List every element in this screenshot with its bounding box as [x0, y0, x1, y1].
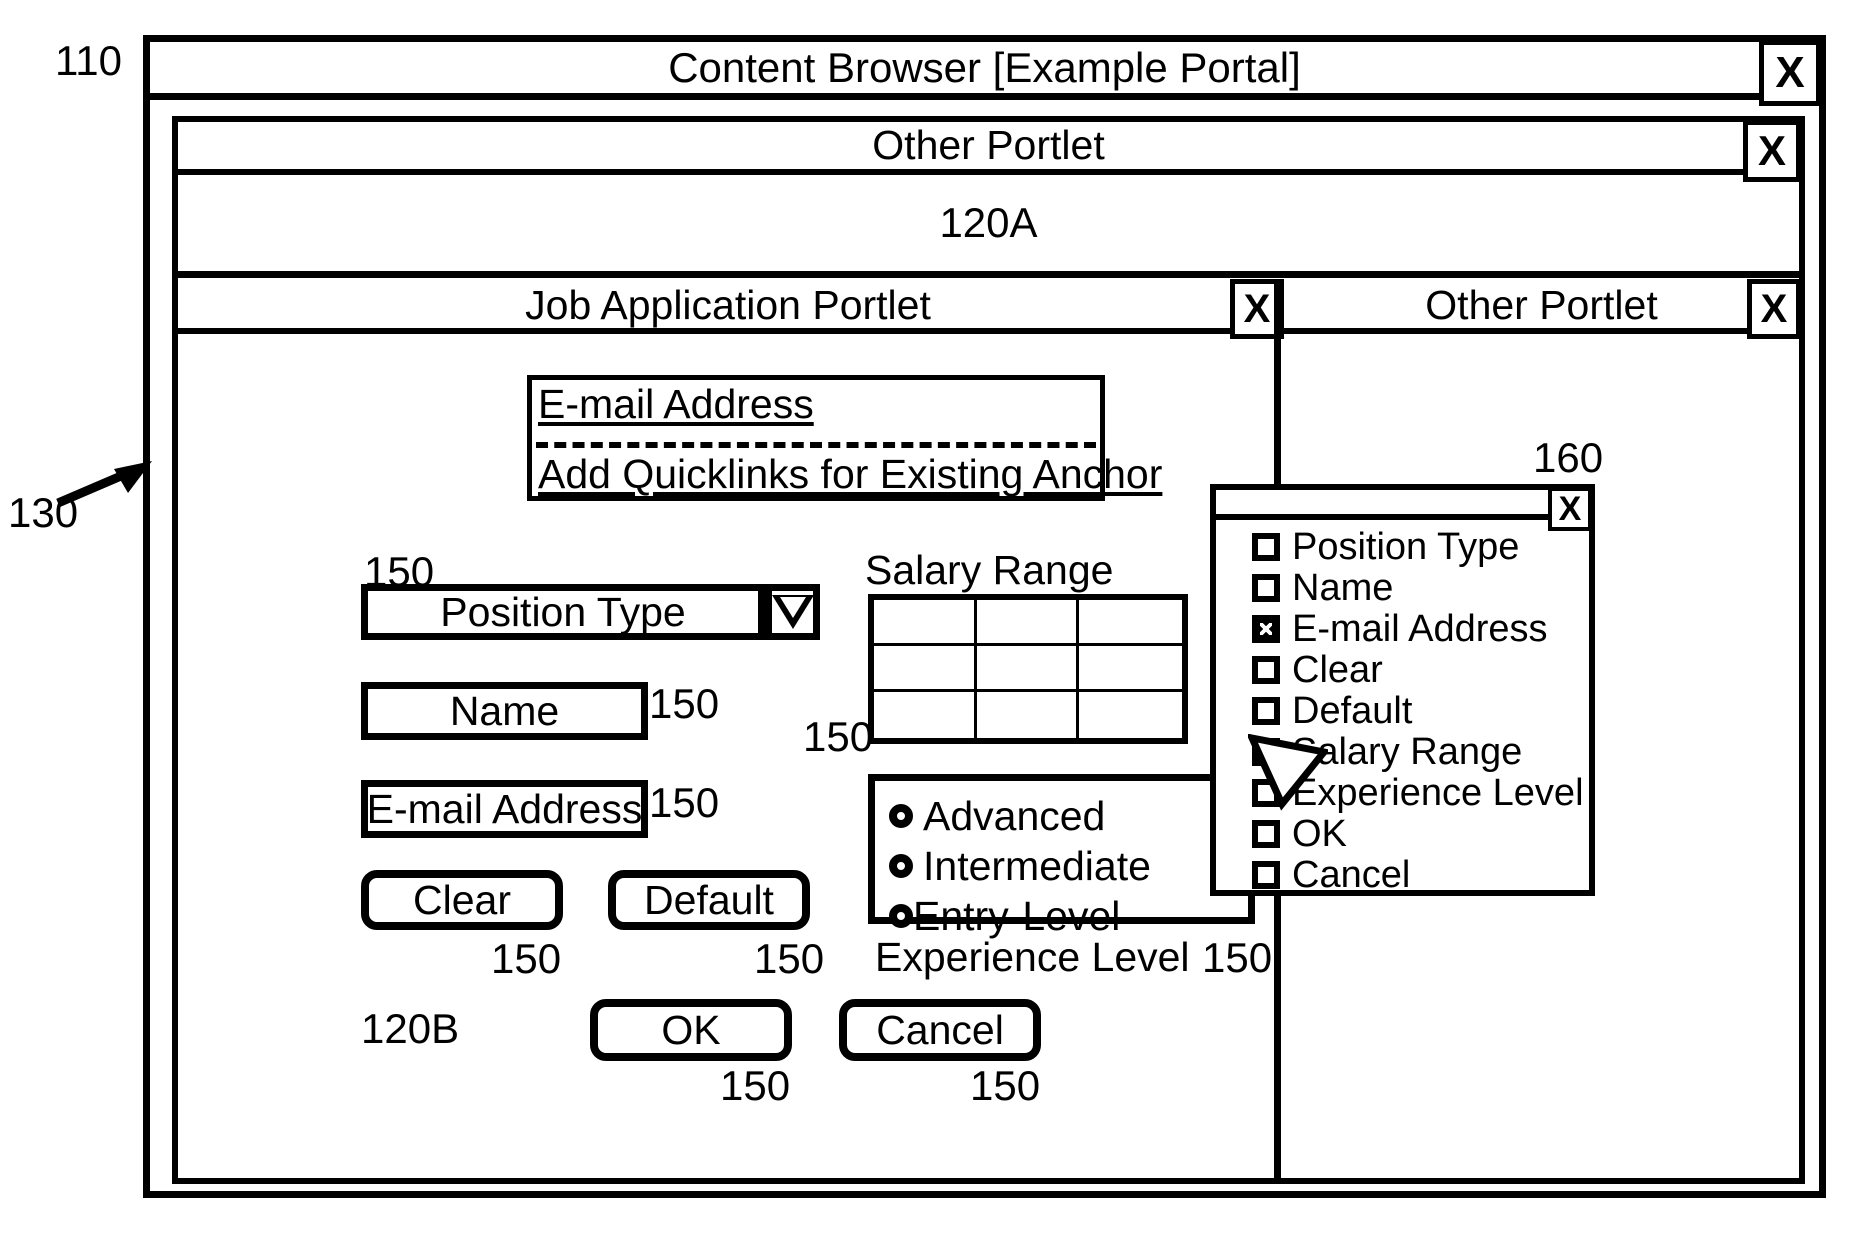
table-cell[interactable] — [976, 646, 1080, 692]
checkbox-row-cancel[interactable]: Cancel — [1252, 854, 1592, 895]
quicklink-add-for-existing-anchor-link[interactable]: Add Quicklinks for Existing Anchor — [538, 454, 1162, 495]
close-icon[interactable]: X — [1743, 120, 1801, 182]
anchor-popup-titlebar — [1216, 490, 1589, 520]
name-field[interactable]: Name — [361, 682, 648, 740]
reference-numeral-110: 110 — [55, 37, 122, 84]
radio-icon — [889, 904, 913, 928]
reference-numeral-150-email: 150 — [649, 779, 720, 826]
table-cell[interactable] — [977, 692, 1080, 738]
radio-icon — [889, 854, 913, 878]
portlet-header-other-top: Other Portlet X — [178, 120, 1801, 182]
figure-canvas: 110 130 Content Browser [Example Portal]… — [0, 0, 1861, 1236]
checkbox-label: Experience Level — [1292, 771, 1584, 814]
close-icon[interactable]: X — [1548, 487, 1592, 531]
checkbox-row-default[interactable]: Default — [1252, 690, 1592, 731]
checkbox-icon[interactable] — [1252, 532, 1280, 561]
radio-icon — [889, 804, 913, 828]
checkbox-row-position-type[interactable]: Position Type — [1252, 526, 1592, 567]
ok-button[interactable]: OK — [590, 999, 792, 1061]
table-cell[interactable] — [874, 600, 977, 646]
checkbox-label: E-mail Address — [1292, 607, 1548, 650]
checkbox-checked-icon[interactable] — [1252, 614, 1280, 643]
radio-option-advanced[interactable]: Advanced — [889, 791, 1248, 841]
checkbox-icon[interactable] — [1252, 573, 1280, 602]
experience-level-label: Experience Level — [875, 934, 1190, 980]
clear-button[interactable]: Clear — [361, 870, 563, 930]
checkbox-icon[interactable] — [1252, 737, 1280, 766]
anchor-checkbox-list: Position Type Name E-mail Address Clear — [1252, 526, 1592, 895]
default-button[interactable]: Default — [608, 870, 810, 930]
salary-range-label: Salary Range — [865, 547, 1114, 593]
portlet-container: Other Portlet X 120A Job Application Por… — [172, 116, 1805, 1184]
reference-numeral-120a: 120A — [939, 199, 1038, 246]
quicklink-email-address-link[interactable]: E-mail Address — [538, 384, 814, 425]
browser-title: Content Browser [Example Portal] — [668, 43, 1301, 91]
reference-numeral-120b: 120B — [361, 1005, 460, 1052]
checkbox-icon[interactable] — [1252, 819, 1280, 848]
salary-range-table[interactable] — [868, 594, 1188, 744]
email-address-field[interactable]: E-mail Address — [361, 780, 648, 838]
checkbox-row-email-address[interactable]: E-mail Address — [1252, 608, 1592, 649]
portlet-header-jobapp: Job Application Portlet — [178, 282, 1278, 328]
cancel-button[interactable]: Cancel — [839, 999, 1041, 1061]
anchor-selection-popup: X Position Type Name E-mail Address Clea… — [1210, 484, 1595, 896]
browser-titlebar: Content Browser [Example Portal] X — [150, 40, 1821, 106]
checkbox-label: Clear — [1292, 648, 1383, 691]
checkbox-row-salary-range[interactable]: Salary Range — [1252, 731, 1592, 772]
portlet-title-other-right: Other Portlet — [1425, 281, 1658, 328]
close-icon[interactable]: X — [1759, 40, 1821, 106]
reference-numeral-150-experience: 150 — [1202, 934, 1273, 981]
reference-numeral-150-name: 150 — [649, 680, 720, 727]
reference-numeral-150-default: 150 — [754, 935, 825, 982]
checkbox-icon[interactable] — [1252, 778, 1280, 807]
checkbox-label: Position Type — [1292, 525, 1520, 568]
checkbox-row-ok[interactable]: OK — [1252, 813, 1592, 854]
reference-numeral-150-ok: 150 — [720, 1062, 791, 1109]
table-cell[interactable] — [1079, 692, 1182, 738]
radio-label: Intermediate — [923, 842, 1151, 889]
checkbox-row-name[interactable]: Name — [1252, 567, 1592, 608]
portlet-header-row: Job Application Portlet X Other Portlet … — [178, 279, 1801, 339]
checkbox-icon[interactable] — [1252, 696, 1280, 725]
radio-label: Advanced — [923, 792, 1106, 839]
radio-option-intermediate[interactable]: Intermediate — [889, 841, 1248, 891]
table-cell[interactable] — [1079, 600, 1182, 646]
checkbox-label: Salary Range — [1292, 730, 1523, 773]
leader-line-130 — [56, 461, 152, 508]
reference-numeral-150-clear: 150 — [491, 935, 562, 982]
checkbox-icon[interactable] — [1252, 860, 1280, 889]
checkbox-icon[interactable] — [1252, 655, 1280, 684]
close-icon[interactable]: X — [1747, 279, 1801, 339]
portlet-title-other-top: Other Portlet — [872, 122, 1105, 168]
checkbox-row-experience-level[interactable]: Experience Level — [1252, 772, 1592, 813]
position-type-select[interactable]: Position Type — [361, 584, 765, 640]
reference-numeral-150-cancel: 150 — [970, 1062, 1041, 1109]
table-cell[interactable] — [976, 600, 1080, 646]
portlet-title-jobapp: Job Application Portlet — [525, 281, 931, 328]
checkbox-label: OK — [1292, 812, 1347, 855]
reference-numeral-160: 160 — [1533, 434, 1604, 481]
portlet-header-other-right: Other Portlet X — [1284, 279, 1801, 339]
chevron-down-icon[interactable] — [765, 584, 820, 640]
radio-label: Entry-Level — [913, 892, 1121, 939]
checkbox-row-clear[interactable]: Clear — [1252, 649, 1592, 690]
checkbox-label: Name — [1292, 566, 1394, 609]
checkbox-label: Default — [1292, 689, 1413, 732]
reference-numeral-150-salary-range: 150 — [803, 713, 874, 760]
quicklinks-divider — [536, 442, 1096, 448]
content-browser-window: Content Browser [Example Portal] X Other… — [143, 35, 1826, 1198]
quicklinks-panel: E-mail Address Add Quicklinks for Existi… — [527, 375, 1162, 501]
table-cell[interactable] — [874, 646, 977, 692]
table-cell[interactable] — [1079, 646, 1182, 692]
experience-level-group: Advanced Intermediate Entry-Level — [868, 774, 1255, 936]
portlet-body-other-top: 120A — [178, 175, 1799, 278]
checkbox-label: Cancel — [1292, 853, 1411, 896]
table-cell[interactable] — [874, 692, 977, 738]
